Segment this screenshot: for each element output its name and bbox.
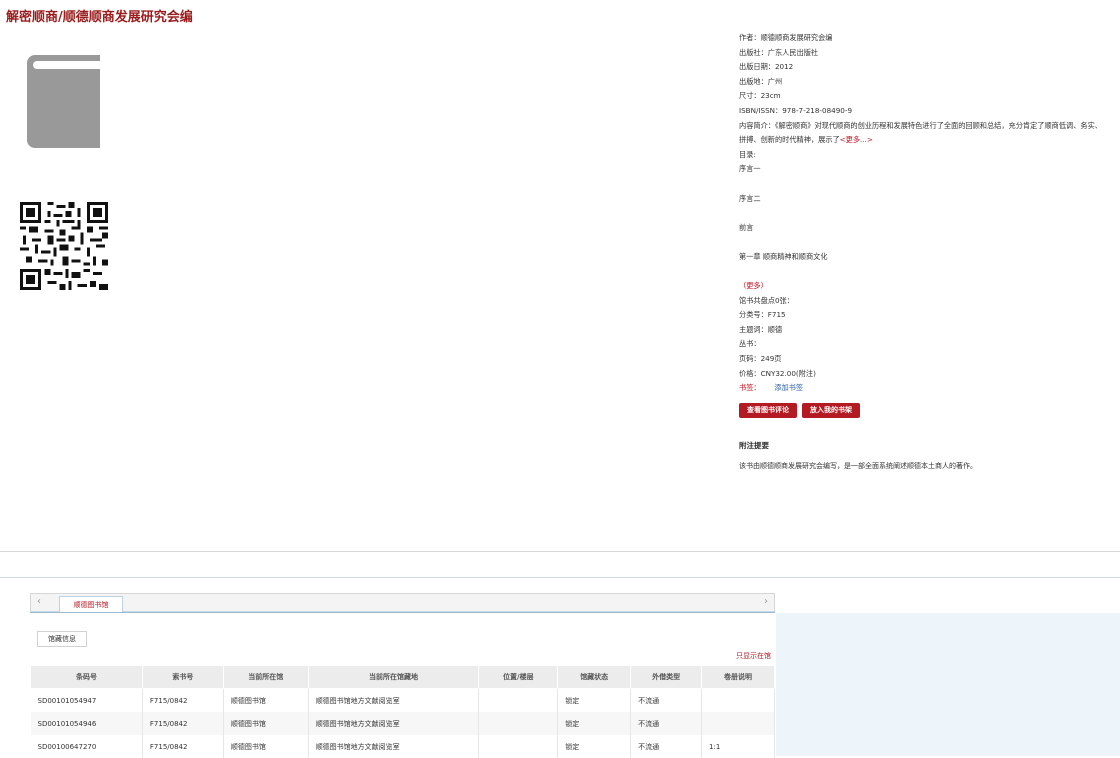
divider [0, 577, 1120, 578]
class-number: 分类号：F715 [739, 310, 786, 320]
floor-cell [478, 712, 559, 735]
summary-more-link[interactable]: <更多...> [840, 135, 873, 144]
divider [0, 551, 1120, 552]
toc-label: 目录: [739, 149, 756, 159]
subject: 主题词：顺德 [739, 324, 783, 334]
pub-place: 出版地：广州 [739, 76, 783, 86]
table-row: SD00100647270 F715/0842 顺德图书馆 顺德图书馆地方文献阅… [30, 735, 775, 758]
isbn: ISBN/ISSN：978-7-218-08490-9 [739, 105, 853, 115]
table-row: SD00101054946 F715/0842 顺德图书馆 顺德图书馆地方文献阅… [30, 712, 775, 735]
col-header: 索书号 [141, 665, 224, 689]
note-text: 该书由顺德顺商发展研究会编写，是一部全面系统阐述顺德本土商人的著作。 [739, 462, 977, 470]
toc-item: 序言一 [739, 164, 761, 174]
volume-cell [701, 688, 775, 712]
bookmark-row: 书签： 添加书签 [739, 381, 1109, 396]
col-header: 条码号 [30, 665, 143, 689]
col-header: 馆藏状态 [557, 665, 632, 689]
library-tab-bar: ‹ › [30, 593, 775, 612]
volume-cell [701, 712, 775, 735]
location-cell: 顺德图书馆地方文献阅览室 [308, 688, 480, 712]
chevron-left-icon[interactable]: ‹ [37, 596, 41, 607]
col-header: 外借类型 [630, 665, 703, 689]
summary-text: 内容简介：《解密顺商》对现代顺商的创业历程和发展特色进行了全面的回顾和总结，充分… [739, 120, 1102, 145]
collection-total: 馆书共盘点0张： [739, 295, 794, 305]
author: 作者：顺德顺商发展研究会编 [739, 33, 833, 42]
col-header: 当前所在馆藏地 [307, 665, 480, 689]
publisher: 出版社：广东人民出版社 [739, 47, 819, 57]
floor-cell [478, 688, 559, 712]
call-number-cell: F715/0842 [142, 735, 224, 758]
location-cell: 顺德图书馆地方文献阅览室 [308, 712, 480, 735]
barcode-cell: SD00101054946 [30, 712, 143, 735]
library-cell: 顺德图书馆 [223, 712, 309, 735]
page-title: 解密顺商/顺德顺商发展研究会编 [6, 10, 193, 25]
status-cell: 锁定 [557, 712, 632, 735]
table-row: SD00101054947 F715/0842 顺德图书馆 顺德图书馆地方文献阅… [30, 688, 775, 712]
col-header: 位置/楼层 [478, 665, 559, 689]
view-reviews-button[interactable]: 查看图书评论 [739, 403, 797, 418]
chevron-right-icon[interactable]: › [764, 596, 768, 607]
book-metadata: 作者：顺德顺商发展研究会编 出版社：广东人民出版社 出版日期：2012 出版地：… [739, 31, 1109, 396]
tab-holdings-info[interactable]: 馆藏信息 [37, 631, 87, 647]
side-panel [776, 613, 1120, 756]
col-header: 当前所在馆 [222, 665, 309, 689]
toc-item: 第一章 顺商精神和顺商文化 [739, 251, 828, 261]
floor-cell [478, 735, 559, 758]
table-header: 条码号 索书号 当前所在馆 当前所在馆藏地 位置/楼层 馆藏状态 外借类型 卷册… [30, 665, 775, 689]
loan-type-cell: 不流通 [630, 712, 703, 735]
toc-more-link[interactable]: （更多） [739, 279, 1109, 294]
toc-item: 序言二 [739, 193, 761, 203]
book-cover-icon [27, 55, 100, 148]
status-cell: 锁定 [557, 688, 632, 712]
add-to-shelf-button[interactable]: 放入我的书架 [802, 403, 860, 418]
volume-cell: 1:1 [701, 735, 775, 758]
size: 尺寸：23cm [739, 91, 781, 101]
library-cell: 顺德图书馆 [223, 735, 309, 758]
bookmark-label: 书签： [739, 383, 761, 393]
qr-code-icon [20, 202, 108, 290]
only-show-available-link[interactable]: 只显示在馆 [736, 651, 771, 661]
summary: 内容简介：《解密顺商》对现代顺商的创业历程和发展特色进行了全面的回顾和总结，充分… [739, 119, 1109, 148]
barcode-cell: SD00100647270 [30, 735, 143, 758]
add-bookmark-link[interactable]: 添加书签 [774, 383, 803, 392]
toc-item: 前言 [739, 222, 754, 232]
library-cell: 顺德图书馆 [223, 688, 309, 712]
barcode-cell: SD00101054947 [30, 688, 143, 712]
loan-type-cell: 不流通 [630, 735, 703, 758]
series: 丛书： [739, 339, 761, 349]
call-number-cell: F715/0842 [142, 712, 224, 735]
holdings-table: 条码号 索书号 当前所在馆 当前所在馆藏地 位置/楼层 馆藏状态 外借类型 卷册… [30, 665, 775, 758]
col-header: 卷册说明 [701, 665, 775, 689]
loan-type-cell: 不流通 [630, 688, 703, 712]
tab-library[interactable]: 顺德图书馆 [59, 596, 123, 613]
action-buttons: 查看图书评论 放入我的书架 [739, 403, 865, 422]
note-heading: 附注提要 [739, 441, 769, 450]
pages: 页码：249页 [739, 354, 782, 364]
price: 价格：CNY32.00(附注) [739, 368, 816, 378]
divider [30, 612, 775, 613]
call-number-cell: F715/0842 [142, 688, 224, 712]
pub-date: 出版日期：2012 [739, 62, 794, 72]
location-cell: 顺德图书馆地方文献阅览室 [308, 735, 480, 758]
status-cell: 锁定 [557, 735, 632, 758]
